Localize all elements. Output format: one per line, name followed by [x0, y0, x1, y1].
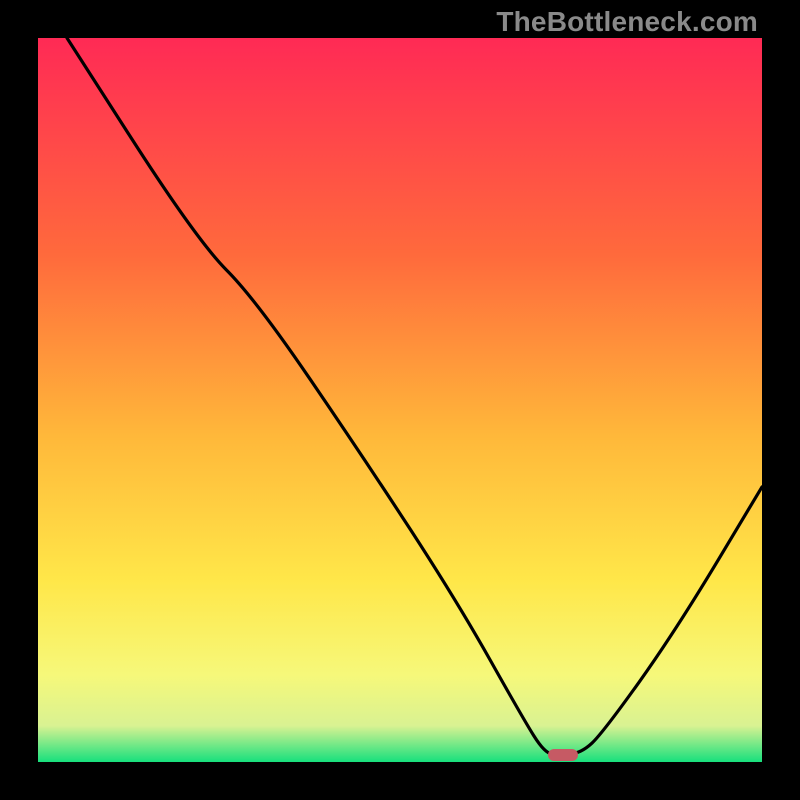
optimal-marker: [548, 749, 578, 761]
watermark-text: TheBottleneck.com: [496, 6, 758, 38]
plot-area: [38, 38, 762, 762]
chart-frame: TheBottleneck.com: [0, 0, 800, 800]
bottleneck-curve: [38, 38, 762, 762]
